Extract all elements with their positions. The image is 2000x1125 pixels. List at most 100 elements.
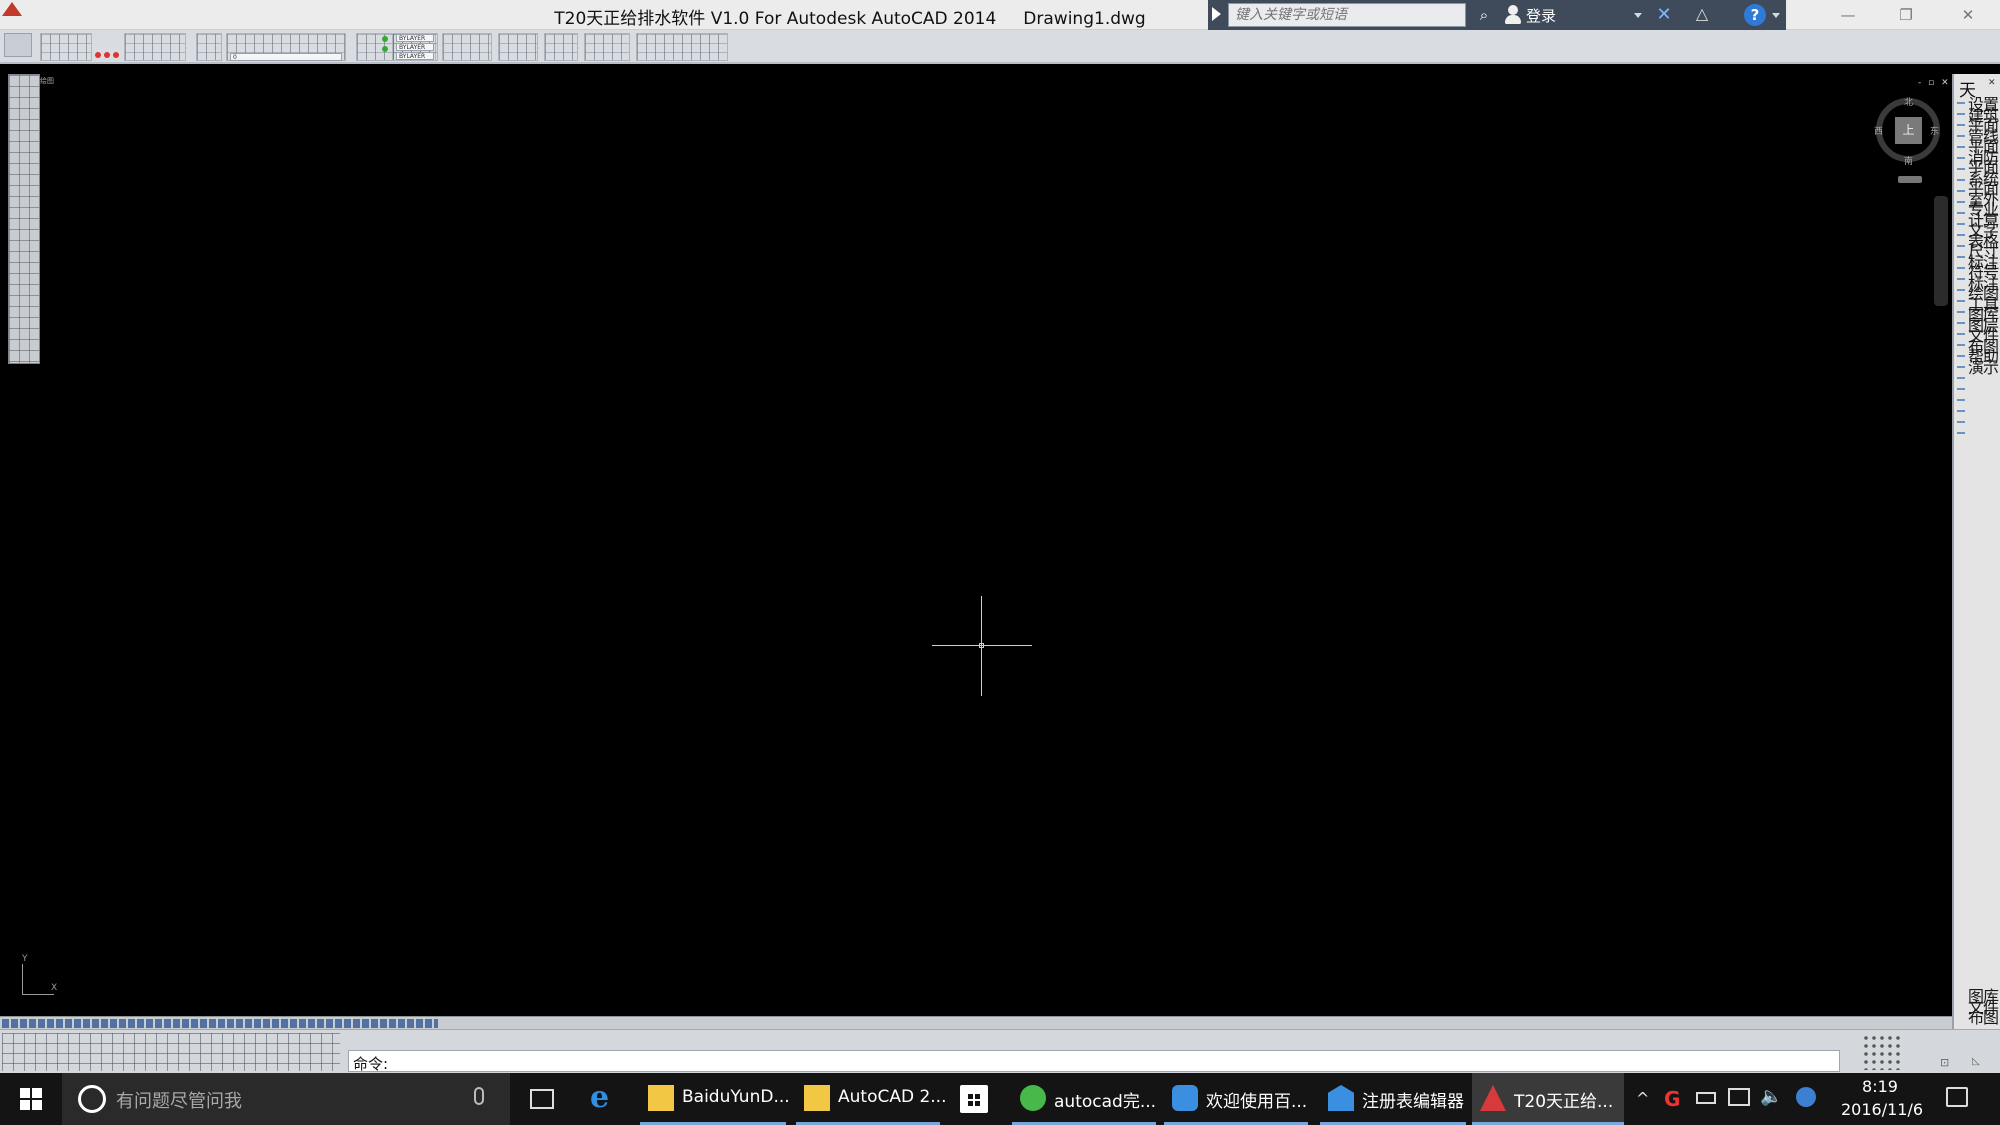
registry-icon <box>1328 1085 1354 1111</box>
pickbox <box>979 643 984 648</box>
viewcube-north[interactable]: 北 <box>1904 95 1913 108</box>
layer-dropdown[interactable]: 0 <box>230 53 342 61</box>
cortana-placeholder: 有问题尽管问我 <box>116 1091 242 1112</box>
baidu-cloud-icon <box>1172 1085 1198 1111</box>
chevron-down-icon[interactable] <box>1772 13 1780 18</box>
title-bar: T20天正给排水软件 V1.0 For Autodesk AutoCAD 201… <box>0 0 2000 30</box>
microphone-icon[interactable] <box>474 1087 484 1105</box>
style-tools-group[interactable] <box>442 33 492 61</box>
clock-date[interactable]: 2016/11/6 <box>1836 1100 1928 1119</box>
action-center-icon[interactable] <box>1946 1087 1968 1107</box>
green-dot-icon <box>382 36 388 42</box>
annotation-tools-group[interactable] <box>636 33 728 61</box>
login-button[interactable]: 登录 <box>1526 5 1556 26</box>
taskbar-app-t20-tianzheng[interactable]: T20天正给... <box>1472 1073 1624 1125</box>
command-prompt: 命令: <box>353 1055 389 1073</box>
window-title: T20天正给排水软件 V1.0 For Autodesk AutoCAD 201… <box>554 9 1146 29</box>
toolbar-strip: 0 BYLAYER BYLAYER BYLAYER <box>0 30 2000 64</box>
red-dot-icon <box>95 52 101 58</box>
taskbar-app-autocad-folder[interactable]: AutoCAD 2... <box>796 1073 947 1125</box>
tianzheng-screen-menu: 天 ✕ 设置建筑平面管线平面消防平面系统平面室外专业计算文字表格尺寸标注符号标注… <box>1952 74 2000 1034</box>
viewport-controls[interactable]: - ▫ ✕ <box>1918 78 1951 88</box>
windows-logo-icon <box>20 1088 30 1098</box>
file-tools-group[interactable] <box>40 33 92 61</box>
clock-time[interactable]: 8:19 <box>1840 1077 1920 1096</box>
screen-menu-items[interactable]: 设置建筑平面管线平面消防平面系统平面室外专业计算文字表格尺寸标注符号标注绘图工具… <box>1968 97 2000 376</box>
autocad-icon <box>1480 1085 1506 1111</box>
browser-icon <box>1020 1085 1046 1111</box>
palette-label: 绘图 <box>40 77 54 85</box>
viewcube-south[interactable]: 南 <box>1904 154 1913 167</box>
cortana-icon <box>78 1085 106 1113</box>
clean-screen-icon[interactable]: ◺ <box>1972 1056 1980 1067</box>
workspace-tools-group[interactable] <box>124 33 186 61</box>
expand-arrow-icon[interactable] <box>1212 7 1221 21</box>
screen-menu-bottom-items[interactable]: 图库文件布图 <box>1968 989 2000 1026</box>
taskbar-app-label: 欢迎使用百... <box>1206 1092 1308 1112</box>
screen-menu-close-icon[interactable]: ✕ <box>1988 78 1996 88</box>
viewcube-east[interactable]: 东 <box>1930 124 1939 137</box>
folder-icon <box>804 1085 830 1111</box>
show-hidden-icons-chevron-icon[interactable]: ^ <box>1636 1089 1649 1108</box>
edge-browser-icon[interactable]: e <box>590 1083 620 1113</box>
windows-logo-icon <box>32 1088 42 1098</box>
view-tools-group[interactable] <box>584 33 630 61</box>
menu-arrow-icon <box>1957 102 1965 442</box>
network-icon[interactable] <box>1728 1088 1750 1106</box>
user-icon[interactable] <box>1504 5 1522 25</box>
taskbar-app-registry-editor[interactable]: 注册表编辑器 <box>1320 1073 1466 1125</box>
taskbar-app-baiduyun[interactable]: BaiduYunD... <box>640 1073 790 1125</box>
close-button[interactable]: ✕ <box>1948 4 1988 26</box>
cortana-search-box[interactable]: 有问题尽管问我 <box>62 1073 510 1125</box>
start-button[interactable] <box>0 1073 60 1125</box>
search-input[interactable] <box>1228 3 1466 27</box>
linetype-dropdown[interactable]: BYLAYER <box>396 43 434 51</box>
red-dot-icon <box>113 52 119 58</box>
ime-icon[interactable] <box>1796 1087 1816 1107</box>
taskbar-app-browser[interactable]: autocad完... <box>1012 1073 1156 1125</box>
lock-icon[interactable]: ⊡ <box>1940 1056 1949 1069</box>
minimize-button[interactable]: — <box>1828 4 1868 26</box>
store-icon[interactable] <box>960 1085 988 1113</box>
taskbar-app-baidu-cloud[interactable]: 欢迎使用百... <box>1164 1073 1308 1125</box>
chevron-down-icon[interactable] <box>1634 13 1642 18</box>
ucs-x-label: X <box>51 983 58 993</box>
table-tools-group[interactable] <box>498 33 538 61</box>
layer-manager-button[interactable] <box>196 33 222 61</box>
command-area: 命令: ⊡ ◺ <box>0 1029 2000 1073</box>
dimension-tools-group[interactable] <box>544 33 578 61</box>
green-dot-icon <box>382 46 388 52</box>
viewcube-west[interactable]: 西 <box>1874 124 1883 137</box>
red-dot-icon <box>104 52 110 58</box>
command-line-input[interactable]: 命令: <box>348 1050 1840 1073</box>
antivirus-tray-icon[interactable]: G <box>1664 1087 1680 1111</box>
taskbar-app-label: autocad完... <box>1054 1092 1157 1112</box>
folder-icon <box>648 1085 674 1111</box>
draw-tool-palette[interactable] <box>8 74 40 364</box>
autocad-logo-icon[interactable] <box>2 2 22 16</box>
battery-icon[interactable] <box>1696 1092 1716 1104</box>
restore-button[interactable]: ❐ <box>1886 4 1926 26</box>
navigation-bar[interactable] <box>1934 196 1948 306</box>
viewcube-top-face[interactable]: 上 <box>1895 117 1922 144</box>
status-tools-group[interactable] <box>2 1033 340 1071</box>
binoculars-search-icon[interactable]: ⌕ <box>1474 6 1494 24</box>
taskbar-app-label: 注册表编辑器 <box>1362 1092 1464 1112</box>
color-dropdown[interactable]: BYLAYER <box>396 34 434 42</box>
windows-logo-icon <box>20 1100 30 1110</box>
status-tray-icons[interactable] <box>1862 1034 1902 1070</box>
help-icon[interactable]: ? <box>1744 4 1766 26</box>
exchange-apps-icon[interactable]: ✕ <box>1654 5 1674 25</box>
lineweight-dropdown[interactable]: BYLAYER <box>396 52 434 60</box>
a360-icon[interactable]: △ <box>1692 4 1712 24</box>
task-view-icon[interactable] <box>530 1089 554 1109</box>
taskbar-app-label: AutoCAD 2... <box>838 1087 947 1107</box>
quick-tools-icons[interactable] <box>2 1019 438 1028</box>
drawing-canvas[interactable] <box>0 66 1952 1016</box>
viewcube-menu-button[interactable] <box>1898 176 1922 183</box>
volume-icon[interactable]: 🔈 <box>1760 1086 1782 1107</box>
infocenter-bar: ⌕ 登录 ✕ △ ? <box>1208 0 1786 30</box>
taskbar-app-label: T20天正给... <box>1514 1092 1614 1112</box>
workspace-menu-icon[interactable] <box>4 33 32 57</box>
bottom-tool-strip <box>0 1016 1952 1029</box>
